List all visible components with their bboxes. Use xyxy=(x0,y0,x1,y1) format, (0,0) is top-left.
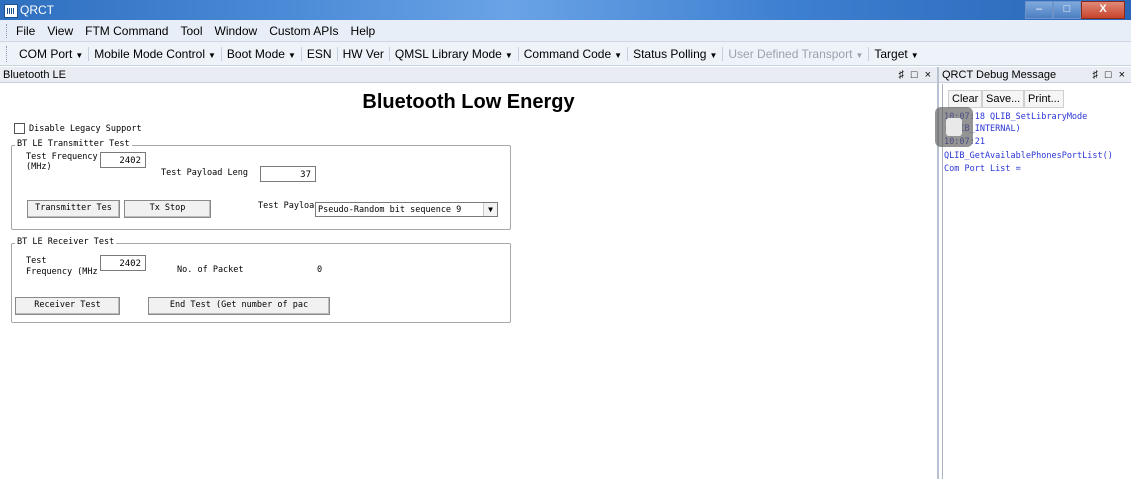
toolbar-grip[interactable] xyxy=(6,45,10,62)
maximize-button[interactable]: □ xyxy=(1053,1,1081,19)
packets-value: 0 xyxy=(317,265,323,275)
tx-frequency-unit-label: (MHz) xyxy=(26,162,52,172)
test-payload-select[interactable]: Pseudo-Random bit sequence 9 ▼ xyxy=(315,202,498,217)
print-button[interactable]: Print... xyxy=(1024,90,1064,108)
transmitter-group-title: BT LE Transmitter Test xyxy=(15,139,132,149)
debug-panel-controls[interactable]: ♯ □ × xyxy=(1092,67,1127,83)
com-port-dropdown[interactable]: COM Port ▼ xyxy=(14,46,90,61)
window-title: QRCT xyxy=(20,3,54,17)
menu-tool[interactable]: Tool xyxy=(180,24,202,38)
rx-frequency-input[interactable]: 2402 xyxy=(100,255,146,271)
payload-length-label: Test Payload Leng xyxy=(161,168,248,178)
clear-button[interactable]: Clear xyxy=(948,90,983,108)
menu-ftm-command[interactable]: FTM Command xyxy=(85,24,168,38)
title-bar: QRCT – □ X xyxy=(0,0,1131,20)
page-title: Bluetooth Low Energy xyxy=(362,91,575,113)
qmsl-library-mode-dropdown[interactable]: QMSL Library Mode ▼ xyxy=(390,46,519,61)
hw-ver-button[interactable]: HW Ver xyxy=(338,46,390,61)
esn-button[interactable]: ESN xyxy=(302,46,338,61)
test-payload-label: Test Payloa xyxy=(258,201,315,211)
close-button[interactable]: X xyxy=(1081,1,1125,19)
tx-frequency-input[interactable]: 2402 xyxy=(100,152,146,168)
checkbox-box[interactable] xyxy=(14,123,25,134)
panel-title: Bluetooth LE xyxy=(3,69,66,81)
app-icon xyxy=(4,4,18,18)
menu-file[interactable]: File xyxy=(16,24,35,38)
menu-window[interactable]: Window xyxy=(215,24,258,38)
menu-help[interactable]: Help xyxy=(351,24,376,38)
bluetooth-le-panel-header: Bluetooth LE ♯ □ × xyxy=(0,67,937,83)
packets-label: No. of Packet xyxy=(177,265,244,275)
disable-legacy-support-checkbox[interactable]: Disable Legacy Support xyxy=(14,123,142,134)
save-button[interactable]: Save... xyxy=(982,90,1025,108)
user-defined-transport-dropdown: User Defined Transport ▼ xyxy=(723,46,870,61)
debug-line: Com Port List = xyxy=(944,164,1021,174)
end-test-button[interactable]: End Test (Get number of pac xyxy=(148,297,330,315)
debug-panel-header: QRCT Debug Message ♯ □ × xyxy=(939,67,1131,83)
menu-bar: File View FTM Command Tool Window Custom… xyxy=(0,20,1131,42)
toolbar: COM Port ▼ Mobile Mode Control ▼ Boot Mode… xyxy=(0,42,1131,66)
mobile-mode-control-dropdown[interactable]: Mobile Mode Control ▼ xyxy=(89,46,222,61)
test-payload-value: Pseudo-Random bit sequence 9 xyxy=(318,205,462,215)
minimize-button[interactable]: – xyxy=(1025,1,1053,19)
menu-view[interactable]: View xyxy=(47,24,73,38)
debug-panel-title: QRCT Debug Message xyxy=(942,69,1057,81)
receiver-group-title: BT LE Receiver Test xyxy=(15,237,117,247)
menu-grip[interactable] xyxy=(6,23,10,38)
rx-frequency-unit-label: Frequency (MHz xyxy=(26,267,98,277)
target-dropdown[interactable]: Target ▼ xyxy=(869,47,923,61)
menu-custom-apis[interactable]: Custom APIs xyxy=(269,24,338,38)
rx-frequency-label: Test xyxy=(26,256,47,266)
status-polling-dropdown[interactable]: Status Polling ▼ xyxy=(628,46,724,61)
command-code-dropdown[interactable]: Command Code ▼ xyxy=(519,46,629,61)
chevron-down-icon[interactable]: ▼ xyxy=(483,203,497,216)
receiver-test-button[interactable]: Receiver Test xyxy=(15,297,120,315)
checkbox-label: Disable Legacy Support xyxy=(29,123,142,134)
cursor-highlight-icon xyxy=(935,107,973,147)
tx-frequency-label: Test Frequency xyxy=(26,152,98,162)
transmitter-test-button[interactable]: Transmitter Tes xyxy=(27,200,120,218)
debug-line: QLIB_GetAvailablePhonesPortList() xyxy=(944,151,1113,161)
tx-stop-button[interactable]: Tx Stop xyxy=(124,200,211,218)
payload-length-input[interactable]: 37 xyxy=(260,166,316,182)
boot-mode-dropdown[interactable]: Boot Mode ▼ xyxy=(222,46,302,61)
panel-controls[interactable]: ♯ □ × xyxy=(898,67,933,83)
